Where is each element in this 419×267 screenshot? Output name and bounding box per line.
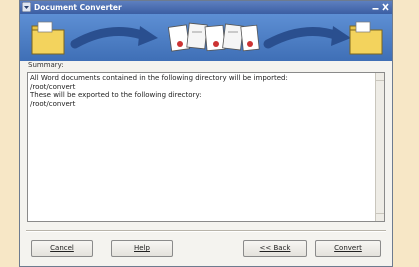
convert-button[interactable]: Convert <box>315 240 381 257</box>
scroll-up-button[interactable] <box>376 73 384 81</box>
summary-line: All Word documents contained in the foll… <box>30 74 288 82</box>
summary-line: /root/convert <box>30 82 76 91</box>
summary-text: All Word documents contained in the foll… <box>30 74 375 108</box>
wizard-banner <box>20 14 392 61</box>
help-button[interactable]: Help <box>111 240 173 257</box>
back-button[interactable]: << Back <box>243 240 307 257</box>
scroll-down-button[interactable] <box>376 213 384 221</box>
document-converter-window: Document Converter Summary: All Word doc… <box>19 0 393 267</box>
summary-label: Summary: <box>28 61 64 69</box>
divider <box>26 230 386 232</box>
minimize-icon[interactable] <box>371 1 380 13</box>
window-title: Document Converter <box>34 3 122 12</box>
title-bar[interactable]: Document Converter <box>20 1 392 14</box>
window-menu-icon[interactable] <box>22 2 31 12</box>
documents-icon <box>167 22 260 52</box>
summary-line: /root/convert <box>30 99 76 108</box>
summary-text-area[interactable]: All Word documents contained in the foll… <box>27 72 385 222</box>
summary-line: These will be exported to the following … <box>30 91 202 99</box>
cancel-button[interactable]: Cancel <box>31 240 93 257</box>
vertical-scrollbar[interactable] <box>375 73 384 221</box>
close-icon[interactable] <box>381 1 390 13</box>
banner-graphic <box>20 14 392 61</box>
